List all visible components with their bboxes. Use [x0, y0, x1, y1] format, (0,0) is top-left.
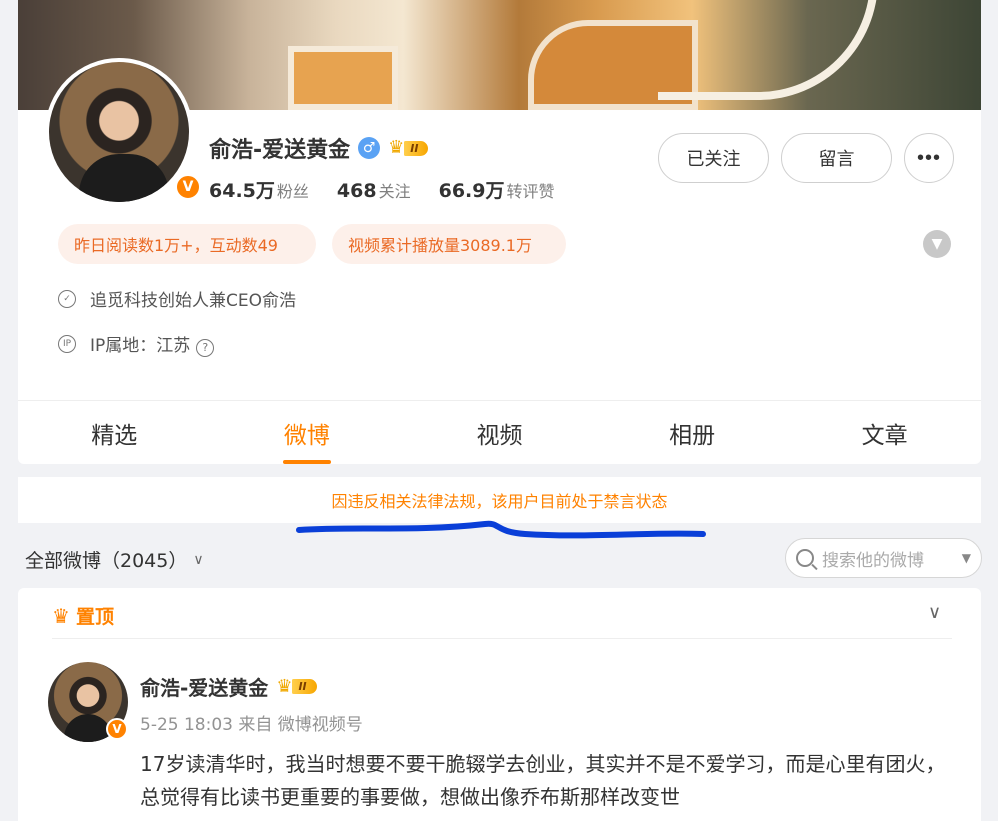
- divider: [52, 638, 952, 639]
- hand-drawn-underline: [296, 520, 706, 539]
- vip-badge[interactable]: ♛ II: [388, 137, 429, 158]
- tab-album[interactable]: 相册: [596, 401, 789, 464]
- ip-location-text: IP属地：江苏?: [90, 331, 215, 357]
- search-posts-input[interactable]: 搜索他的微博 ▼: [785, 538, 982, 578]
- search-placeholder: 搜索他的微博: [822, 550, 924, 571]
- verified-badge-icon: V: [106, 718, 128, 740]
- stat-interactions: 66.9万 转评赞: [438, 180, 555, 202]
- ip-location-info: IP IP属地：江苏?: [58, 331, 215, 357]
- vip-level: II: [292, 679, 317, 694]
- post-author-row: 俞浩-爱送黄金 ♛ II: [140, 672, 317, 701]
- verification-text: 追觅科技创始人兼CEO俞浩: [90, 291, 296, 311]
- post-author-name[interactable]: 俞浩-爱送黄金: [140, 672, 268, 701]
- followed-button[interactable]: 已关注: [658, 133, 769, 183]
- stat-fans[interactable]: 64.5万 粉丝: [209, 176, 309, 203]
- pinned-label: ♛ 置顶: [52, 603, 114, 629]
- dropdown-caret-icon[interactable]: ▼: [962, 551, 971, 565]
- verification-info: ✓ 追觅科技创始人兼CEO俞浩: [58, 286, 296, 311]
- profile-tabs: 精选 微博 视频 相册 文章: [18, 400, 981, 464]
- message-button[interactable]: 留言: [781, 133, 892, 183]
- reading-stats-tag[interactable]: 昨日阅读数1万+，互动数49: [58, 224, 316, 264]
- post-menu-chevron-icon[interactable]: ∨: [928, 602, 941, 623]
- all-posts-filter[interactable]: 全部微博（2045） ∨: [25, 546, 204, 573]
- tab-video[interactable]: 视频: [403, 401, 596, 464]
- video-plays-tag[interactable]: 视频累计播放量3089.1万: [332, 224, 566, 264]
- vip-level: II: [404, 140, 429, 156]
- ban-notice: 因违反相关法律法规，该用户目前处于禁言状态: [18, 477, 981, 523]
- tab-featured[interactable]: 精选: [18, 401, 211, 464]
- profile-page: V 俞浩-爱送黄金 ♂ ♛ II 64.5万 粉丝 468 关注 66.9万 转评赞 …: [0, 0, 998, 821]
- stat-following[interactable]: 468 关注: [337, 178, 411, 202]
- search-icon: [796, 549, 814, 567]
- profile-card: V 俞浩-爱送黄金 ♂ ♛ II 64.5万 粉丝 468 关注 66.9万 转评赞 …: [18, 0, 981, 464]
- profile-name: 俞浩-爱送黄金: [209, 138, 351, 163]
- expand-chevron-icon[interactable]: ▼: [923, 230, 951, 258]
- help-icon[interactable]: ?: [196, 338, 215, 357]
- profile-avatar[interactable]: [45, 58, 193, 206]
- male-icon: ♂: [358, 137, 381, 159]
- crown-icon: ♛: [388, 137, 405, 158]
- more-options-button[interactable]: •••: [904, 133, 954, 183]
- vip-badge[interactable]: ♛ II: [276, 675, 317, 697]
- tab-weibo[interactable]: 微博: [211, 401, 404, 464]
- profile-stats: 64.5万 粉丝 468 关注 66.9万 转评赞: [209, 176, 555, 203]
- tab-articles[interactable]: 文章: [788, 401, 981, 464]
- pinned-post-card: ♛ 置顶 ∨ V 俞浩-爱送黄金 ♛ II 5-25 18:03 来自 微博视频…: [18, 588, 981, 821]
- ip-icon: IP: [58, 334, 76, 353]
- post-author-avatar[interactable]: V: [48, 662, 128, 742]
- crown-icon: ♛: [276, 675, 293, 697]
- chevron-down-icon: ∨: [193, 551, 204, 568]
- crown-icon: ♛: [52, 603, 70, 628]
- profile-name-row: 俞浩-爱送黄金 ♂ ♛ II: [209, 132, 429, 164]
- post-body-text: 17岁读清华时，我当时想要不要干脆辍学去创业，其实并不是不爱学习，而是心里有团火…: [140, 752, 946, 809]
- shield-icon: ✓: [58, 289, 76, 308]
- post-meta[interactable]: 5-25 18:03 来自 微博视频号: [140, 710, 363, 735]
- verified-badge-icon: V: [175, 174, 201, 200]
